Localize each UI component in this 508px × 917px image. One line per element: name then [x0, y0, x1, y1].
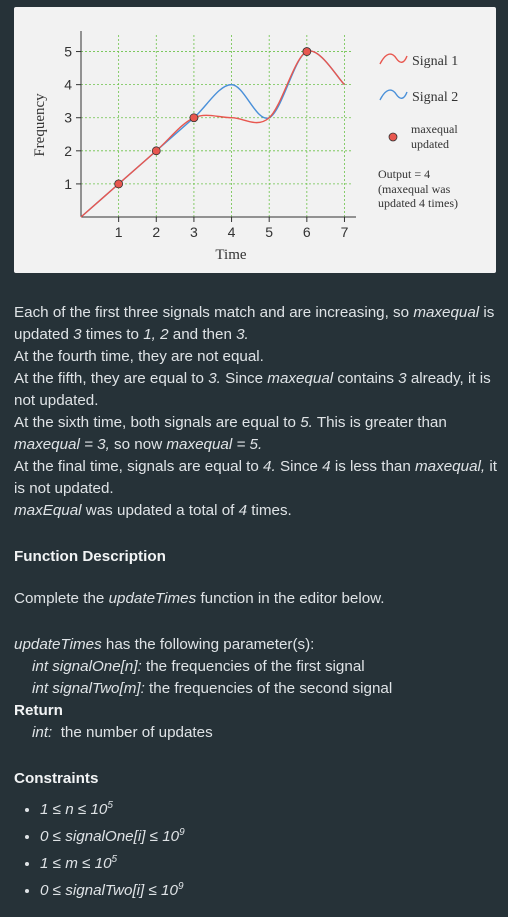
explanation-paragraph-2: At the fourth time, they are not equal. — [14, 348, 264, 365]
explanation-paragraph-4: At the sixth time, both signals are equa… — [14, 414, 447, 453]
y-tick-label: 4 — [64, 77, 72, 93]
legend-marker-label-line2: updated — [411, 137, 449, 151]
parameters-intro: updateTimes has the following parameter(… — [14, 636, 315, 653]
parameter-signal-one: int signalOne[n]: the frequencies of the… — [32, 658, 365, 675]
y-axis-label: Frequency — [32, 93, 48, 157]
function-description-text: Complete the updateTimes function in the… — [14, 590, 385, 607]
y-tick-label: 3 — [64, 110, 72, 126]
signal-1-line — [80, 50, 345, 218]
x-tick-label: 3 — [190, 224, 198, 240]
chart-series — [80, 50, 345, 218]
constraint-signal-two: 0 ≤ signalTwo[i] ≤ 109 — [40, 877, 500, 904]
y-tick-label: 2 — [64, 143, 72, 159]
constraint-n: 1 ≤ n ≤ 105 — [40, 796, 500, 823]
constraints-heading: Constraints — [14, 770, 99, 787]
constraint-m: 1 ≤ m ≤ 105 — [40, 850, 500, 877]
maxequal-update-marker — [114, 179, 124, 189]
x-axis-label: Time — [215, 247, 246, 263]
explanation-paragraph-3: At the fifth, they are equal to 3. Since… — [14, 370, 491, 409]
function-description-heading: Function Description — [14, 548, 166, 565]
x-tick-label: 6 — [303, 224, 311, 240]
legend: Signal 1 Signal 2 maxequal updated — [379, 53, 458, 151]
x-tick-label: 2 — [152, 224, 160, 240]
annotation-line2: (maxequal was — [378, 182, 451, 196]
x-tick-label: 7 — [341, 224, 349, 240]
explanation-paragraph-6: maxEqual was updated a total of 4 times. — [14, 502, 292, 519]
legend-signal2-label: Signal 2 — [412, 90, 458, 105]
return-description: int: the number of updates — [32, 724, 213, 741]
legend-signal1-swatch — [379, 53, 408, 65]
legend-marker-swatch — [388, 132, 398, 142]
signal-2-line — [80, 50, 345, 218]
constraint-signal-one: 0 ≤ signalOne[i] ≤ 109 — [40, 823, 500, 850]
explanation-paragraph-5: At the final time, signals are equal to … — [14, 458, 497, 497]
signal-chart-figure: 1 2 3 4 5 6 7 1 2 3 4 5 Frequency Time Signal 1 Sig… — [14, 7, 496, 273]
output-annotation: Output = 4 (maxequal was updated 4 times… — [378, 167, 458, 210]
return-heading: Return — [14, 702, 63, 719]
parameter-signal-two: int signalTwo[m]: the frequencies of the… — [32, 680, 393, 697]
y-tick-label: 5 — [64, 44, 72, 60]
chart-grid — [81, 35, 352, 217]
problem-content: Each of the first three signals match an… — [14, 302, 500, 904]
signal-chart: 1 2 3 4 5 6 7 1 2 3 4 5 Frequency Time Signal 1 Sig… — [32, 31, 458, 263]
chart-axes: 1 2 3 4 5 6 7 1 2 3 4 5 — [64, 31, 356, 240]
x-tick-label: 1 — [115, 224, 123, 240]
legend-signal2-swatch — [379, 89, 408, 101]
maxequal-update-marker — [151, 146, 161, 156]
x-tick-label: 5 — [265, 224, 273, 240]
legend-signal1-label: Signal 1 — [412, 54, 458, 69]
legend-marker-label-line1: maxequal — [411, 122, 458, 136]
x-tick-label: 4 — [228, 224, 236, 240]
maxequal-update-marker — [189, 113, 199, 123]
constraints-list: 1 ≤ n ≤ 105 0 ≤ signalOne[i] ≤ 109 1 ≤ m… — [14, 796, 500, 904]
maxequal-update-marker — [302, 47, 312, 56]
y-tick-label: 1 — [64, 176, 72, 192]
explanation-paragraph-1: Each of the first three signals match an… — [14, 304, 495, 343]
annotation-line1: Output = 4 — [378, 167, 430, 181]
annotation-line3: updated 4 times) — [378, 196, 458, 210]
